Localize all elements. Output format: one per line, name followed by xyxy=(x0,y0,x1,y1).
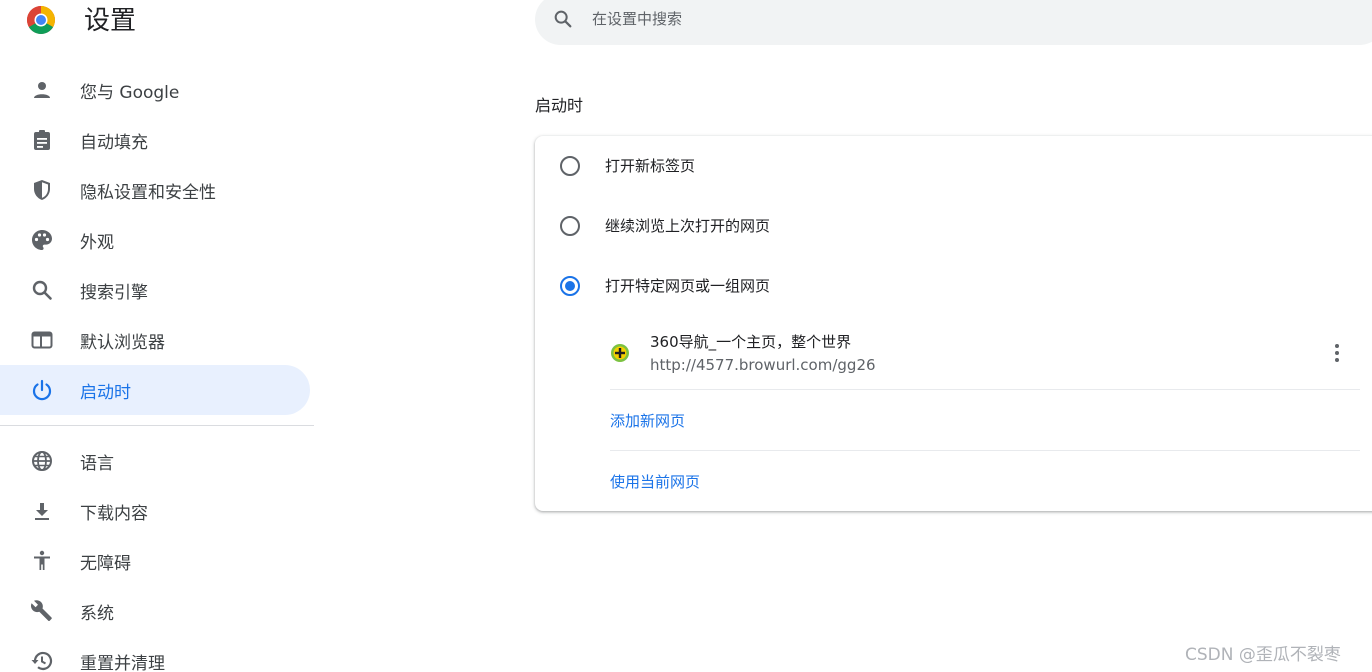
sidebar-item-accessibility[interactable]: 无障碍 xyxy=(0,536,310,586)
radio-button[interactable] xyxy=(560,216,580,236)
wrench-icon xyxy=(30,600,52,621)
radio-button[interactable] xyxy=(560,156,580,176)
sidebar-item-label: 您与 Google xyxy=(80,82,180,103)
power-icon xyxy=(32,379,52,401)
startup-settings-card: 打开新标签页 继续浏览上次打开的网页 打开特定网页或一组网页 360导航_一个主… xyxy=(535,136,1372,511)
option-label: 打开特定网页或一组网页 xyxy=(605,277,771,295)
sidebar-item-label: 无障碍 xyxy=(80,553,131,574)
search-icon xyxy=(32,280,52,300)
option-open-new-tab[interactable]: 打开新标签页 xyxy=(535,136,1372,196)
globe-icon xyxy=(32,451,52,471)
360-favicon-icon xyxy=(611,344,629,362)
page-title: 设置 xyxy=(84,6,137,36)
sidebar-item-label: 下载内容 xyxy=(80,503,148,524)
sidebar-item-privacy[interactable]: 隐私设置和安全性 xyxy=(0,165,310,215)
option-label: 打开新标签页 xyxy=(605,157,696,175)
sidebar-item-appearance[interactable]: 外观 xyxy=(0,215,310,265)
startup-page-title: 360导航_一个主页，整个世界 xyxy=(650,333,852,351)
sidebar-item-label: 搜索引擎 xyxy=(80,282,148,303)
more-options-button[interactable] xyxy=(1327,341,1347,365)
shield-icon xyxy=(34,180,50,200)
sidebar-item-label: 系统 xyxy=(80,603,114,624)
watermark: CSDN @歪瓜不裂枣 xyxy=(1185,645,1341,665)
sidebar-item-search-engine[interactable]: 搜索引擎 xyxy=(0,265,310,315)
list-divider xyxy=(610,450,1360,451)
list-divider xyxy=(610,389,1360,390)
option-open-specific-pages[interactable]: 打开特定网页或一组网页 xyxy=(535,256,1372,316)
startup-page-url: http://4577.browurl.com/gg26 xyxy=(650,356,876,374)
accessibility-icon xyxy=(34,550,50,570)
clipboard-icon xyxy=(34,130,50,150)
settings-page: 设置 您与 Google 自动填充 xyxy=(0,0,1372,672)
sidebar-item-autofill[interactable]: 自动填充 xyxy=(0,115,310,165)
sidebar-item-label: 启动时 xyxy=(80,382,131,403)
option-continue-where-left-off[interactable]: 继续浏览上次打开的网页 xyxy=(535,196,1372,256)
browser-window-icon xyxy=(31,331,53,349)
sidebar-item-languages[interactable]: 语言 xyxy=(0,436,310,486)
sidebar-item-label: 隐私设置和安全性 xyxy=(80,182,216,203)
chrome-logo-icon xyxy=(27,6,55,34)
sidebar-item-reset[interactable]: 重置并清理 xyxy=(0,636,310,672)
sidebar-item-label: 默认浏览器 xyxy=(80,332,165,353)
search-input[interactable] xyxy=(592,4,1292,34)
sidebar-divider xyxy=(0,425,314,426)
sidebar-item-you-and-google[interactable]: 您与 Google xyxy=(0,65,310,115)
sidebar-item-on-startup[interactable]: 启动时 xyxy=(0,365,310,415)
startup-page-entry: 360导航_一个主页，整个世界 http://4577.browurl.com/… xyxy=(610,326,1360,390)
download-icon xyxy=(35,503,49,520)
add-new-page-button[interactable]: 添加新网页 xyxy=(610,410,685,431)
sidebar-item-default-browser[interactable]: 默认浏览器 xyxy=(0,315,310,365)
palette-icon xyxy=(32,230,52,250)
sidebar-item-label: 外观 xyxy=(80,232,114,253)
search-icon xyxy=(554,10,572,28)
sidebar-item-system[interactable]: 系统 xyxy=(0,586,310,636)
person-icon xyxy=(34,82,50,98)
sidebar-item-label: 重置并清理 xyxy=(80,653,165,672)
sidebar-item-downloads[interactable]: 下载内容 xyxy=(0,486,310,536)
option-label: 继续浏览上次打开的网页 xyxy=(605,217,771,235)
sidebar-item-label: 自动填充 xyxy=(80,132,148,153)
search-bar[interactable] xyxy=(535,0,1372,45)
sidebar-item-label: 语言 xyxy=(80,453,114,474)
use-current-pages-button[interactable]: 使用当前网页 xyxy=(610,471,700,492)
radio-button-checked[interactable] xyxy=(560,276,580,296)
sidebar: 您与 Google 自动填充 隐私设置和安全性 外观 搜索引擎 默认浏览器 启动… xyxy=(0,65,314,672)
restore-icon xyxy=(31,651,53,671)
section-title: 启动时 xyxy=(535,96,584,115)
